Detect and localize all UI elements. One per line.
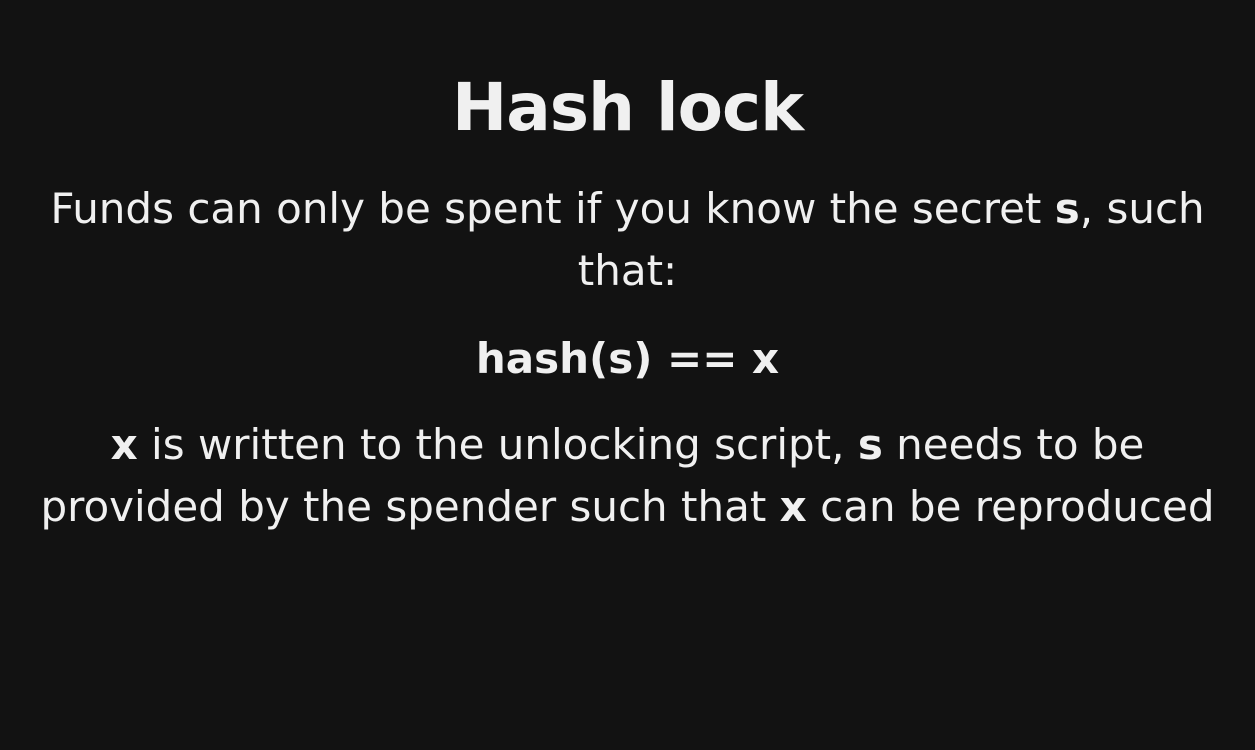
explanation-part-3: can be reproduced [806, 482, 1215, 531]
slide: Hash lock Funds can only be spent if you… [0, 0, 1255, 750]
explanation-part-1: is written to the unlocking script, [137, 420, 858, 469]
hash-variable-2: x [779, 482, 807, 531]
slide-title: Hash lock [451, 69, 804, 146]
explanation-text: x is written to the unlocking script, s … [40, 414, 1215, 538]
condition-description: Funds can only be spent if you know the … [40, 178, 1215, 302]
hash-formula: hash(s) == x [475, 334, 780, 383]
secret-variable-2: s [857, 420, 883, 469]
hash-variable: x [110, 420, 138, 469]
condition-text-start: Funds can only be spent if you know the … [50, 184, 1055, 233]
secret-variable: s [1054, 184, 1080, 233]
